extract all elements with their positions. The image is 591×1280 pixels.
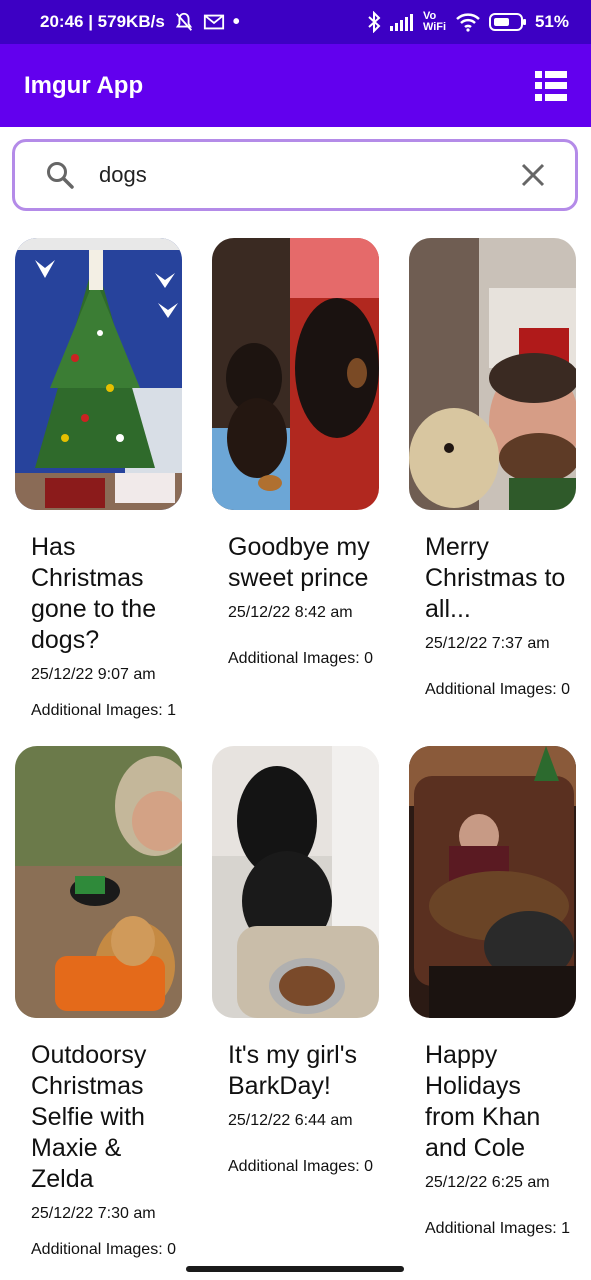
post-card[interactable]: Merry Christmas to all... 25/12/22 7:37 … bbox=[409, 238, 576, 720]
search-icon bbox=[47, 162, 74, 189]
battery-percent: 51% bbox=[534, 12, 569, 31]
additional-images: Additional Images: 0 bbox=[228, 1158, 373, 1175]
post-thumbnail-christmas-tree[interactable] bbox=[15, 238, 182, 510]
wifi-icon bbox=[456, 13, 480, 32]
post-date: 25/12/22 8:42 am bbox=[228, 604, 353, 621]
additional-images: Additional Images: 0 bbox=[425, 681, 570, 698]
battery-icon bbox=[488, 13, 526, 31]
search-box bbox=[12, 139, 578, 211]
mail-icon bbox=[203, 14, 224, 30]
post-title: Merry Christmas to all... bbox=[425, 533, 566, 623]
additional-images: Additional Images: 0 bbox=[228, 650, 373, 667]
post-card[interactable]: Goodbye my sweet prince 25/12/22 8:42 am… bbox=[212, 238, 379, 720]
home-indicator[interactable] bbox=[186, 1266, 404, 1272]
additional-images: Additional Images: 0 bbox=[31, 1241, 176, 1258]
post-date: 25/12/22 7:37 am bbox=[425, 635, 550, 652]
status-time: 20:46 | 579KB/s bbox=[40, 12, 165, 31]
post-thumbnail-man-with-dog[interactable] bbox=[409, 238, 576, 510]
post-title: Happy Holidays from Khan and Cole bbox=[425, 1041, 541, 1162]
post-card[interactable]: Happy Holidays from Khan and Cole 25/12/… bbox=[409, 746, 576, 1259]
bluetooth-icon bbox=[368, 11, 381, 33]
close-icon[interactable] bbox=[521, 163, 545, 187]
post-thumbnail-black-lab[interactable] bbox=[212, 746, 379, 1018]
post-thumbnail-outdoors-selfie[interactable] bbox=[15, 746, 182, 1018]
post-title: It's my girl's BarkDay! bbox=[228, 1041, 357, 1100]
mute-bell-icon bbox=[175, 12, 192, 31]
post-thumbnail-couch-dog[interactable] bbox=[409, 746, 576, 1018]
post-date: 25/12/22 6:44 am bbox=[228, 1112, 353, 1129]
status-bar: 20:46 | 579KB/s • Vo WiFi 51% bbox=[0, 0, 591, 44]
post-card[interactable]: It's my girl's BarkDay! 25/12/22 6:44 am… bbox=[212, 746, 379, 1259]
app-bar: Imgur App bbox=[0, 44, 591, 127]
post-date: 25/12/22 9:07 am bbox=[31, 666, 156, 683]
additional-images: Additional Images: 1 bbox=[425, 1220, 570, 1237]
post-card[interactable]: Outdoorsy Christmas Selfie with Maxie & … bbox=[15, 746, 182, 1259]
list-view-icon[interactable] bbox=[535, 70, 567, 101]
post-card[interactable]: Has Christmas gone to the dogs? 25/12/22… bbox=[15, 238, 182, 720]
post-title: Goodbye my sweet prince bbox=[228, 533, 370, 592]
post-grid: Has Christmas gone to the dogs? 25/12/22… bbox=[15, 238, 577, 720]
post-title: Has Christmas gone to the dogs? bbox=[31, 533, 157, 654]
additional-images: Additional Images: 1 bbox=[31, 702, 176, 719]
post-date: 25/12/22 7:30 am bbox=[31, 1205, 156, 1222]
vowifi-label: Vo WiFi bbox=[422, 10, 447, 33]
post-title: Outdoorsy Christmas Selfie with Maxie & … bbox=[31, 1041, 147, 1193]
app-title: Imgur App bbox=[24, 71, 144, 99]
signal-icon bbox=[389, 14, 413, 31]
search-input[interactable] bbox=[97, 161, 521, 189]
post-grid-row-2: Outdoorsy Christmas Selfie with Maxie & … bbox=[15, 746, 577, 1259]
post-thumbnail-dachshund[interactable] bbox=[212, 238, 379, 510]
notification-dot: • bbox=[232, 11, 240, 33]
post-date: 25/12/22 6:25 am bbox=[425, 1174, 550, 1191]
